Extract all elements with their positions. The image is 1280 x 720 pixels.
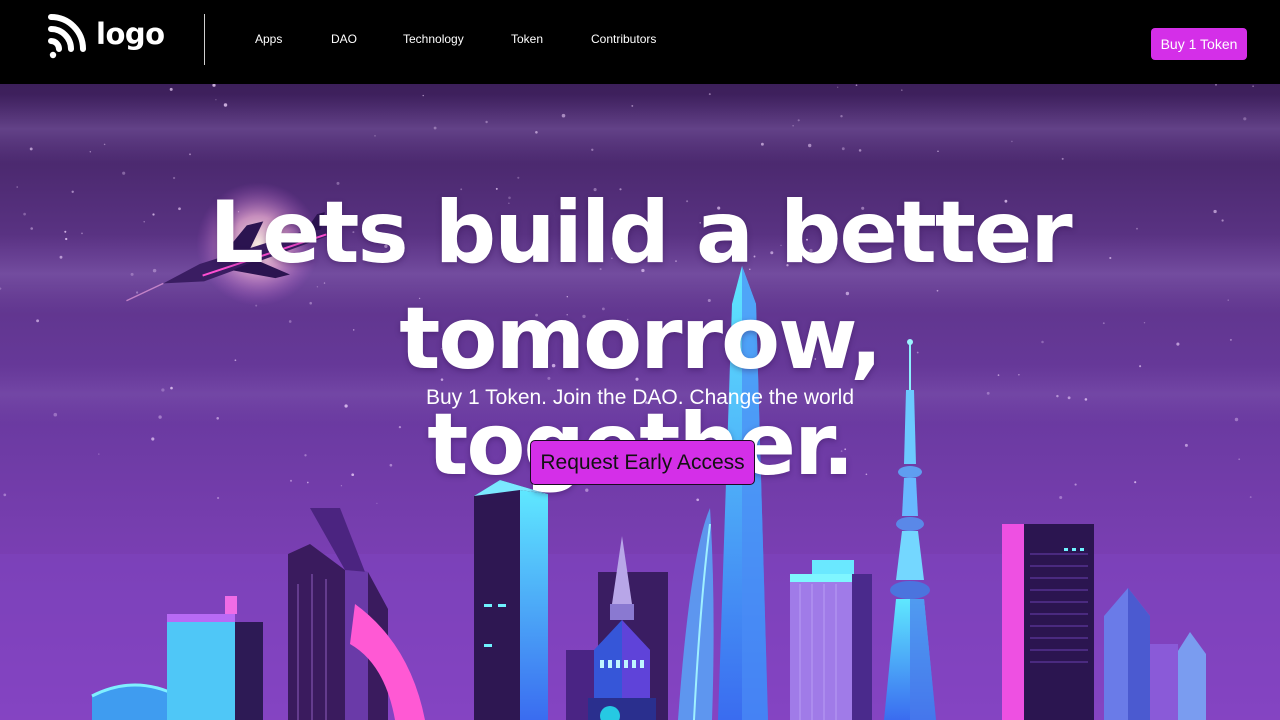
star [858, 149, 862, 152]
star [535, 131, 538, 134]
star [1215, 84, 1217, 86]
star [937, 150, 939, 153]
nav-link-token[interactable]: Token [511, 32, 543, 46]
top-navigation-bar: logo Apps DAO Technology Token Contribut… [0, 0, 1280, 84]
star [760, 142, 764, 146]
star [215, 99, 217, 101]
nav-link-dao[interactable]: DAO [331, 32, 357, 46]
nav-link-contributors[interactable]: Contributors [591, 32, 656, 46]
request-early-access-button[interactable]: Request Early Access [530, 440, 755, 485]
star [223, 103, 228, 107]
buy-token-button[interactable]: Buy 1 Token [1151, 28, 1247, 60]
star [122, 171, 126, 175]
star [708, 93, 711, 96]
star [374, 135, 376, 137]
hero-headline-line-1: Lets build a better tomorrow, [209, 183, 1072, 389]
wifi-signal-icon [48, 14, 86, 59]
star [433, 126, 437, 130]
site-logo[interactable]: logo [48, 14, 165, 60]
star [212, 84, 216, 87]
star [840, 115, 843, 118]
star [169, 87, 173, 91]
star [631, 104, 634, 107]
logo-text: logo [96, 16, 165, 51]
nav-link-apps[interactable]: Apps [255, 32, 282, 46]
star [485, 120, 488, 124]
star [376, 502, 378, 505]
star [837, 86, 839, 88]
star [901, 89, 903, 91]
star [1252, 85, 1254, 87]
star [792, 125, 794, 127]
star [1243, 117, 1247, 121]
star [189, 153, 191, 156]
star [696, 498, 700, 502]
star [1011, 140, 1013, 143]
star [29, 147, 33, 151]
star [1061, 157, 1064, 160]
star [89, 151, 92, 153]
hero-section: Lets build a better tomorrow, together. … [0, 84, 1280, 720]
star [808, 143, 812, 148]
star [561, 113, 566, 118]
header-divider [204, 14, 205, 65]
star [422, 94, 424, 97]
star [855, 84, 858, 87]
star [841, 147, 845, 151]
star [517, 176, 520, 179]
star [591, 148, 594, 151]
hero-subheadline: Buy 1 Token. Join the DAO. Change the wo… [425, 386, 855, 409]
star [103, 143, 106, 146]
star [172, 176, 176, 180]
nav-link-technology[interactable]: Technology [403, 32, 464, 46]
star [797, 119, 800, 122]
